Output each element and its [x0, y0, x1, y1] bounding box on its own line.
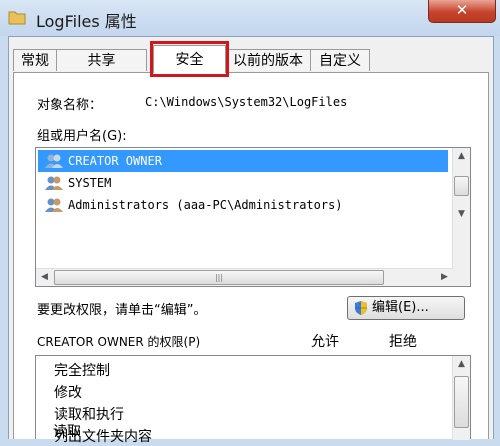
scroll-thumb[interactable] — [454, 376, 469, 428]
title-bar: LogFiles 属性 ✕ — [0, 0, 500, 36]
user-name: SYSTEM — [68, 176, 112, 190]
scroll-right-icon[interactable]: ▶ — [436, 269, 453, 286]
scroll-up-icon[interactable]: ▲ — [453, 148, 470, 165]
list-item[interactable]: SYSTEM — [38, 172, 448, 194]
user-name: Administrators (aaa-PC\Administrators) — [68, 198, 343, 212]
change-permissions-hint: 要更改权限，请单击“编辑”。 — [37, 303, 207, 318]
users-group-icon — [45, 176, 63, 190]
uac-shield-icon — [355, 301, 367, 315]
list-item[interactable]: Administrators (aaa-PC\Administrators) — [38, 194, 448, 216]
permission-full-control: 完全控制 — [54, 363, 110, 379]
user-name: CREATOR OWNER — [68, 154, 162, 168]
scroll-down-icon[interactable]: ▼ — [453, 206, 470, 223]
horizontal-scrollbar[interactable]: ◀ ||| ▶ — [36, 268, 453, 286]
scroll-thumb[interactable] — [454, 176, 469, 196]
users-listbox[interactable]: CREATOR OWNER SYSTEM Administrators (aaa… — [35, 147, 471, 287]
folder-icon — [8, 11, 26, 25]
edit-button-label: 编辑(E)... — [372, 300, 429, 315]
permissions-list: 完全控制 修改 读取和执行 列出文件夹内容 ▲ — [35, 355, 471, 445]
object-name-label: 对象名称： — [37, 98, 103, 113]
object-name-value: C:\Windows\System32\LogFiles — [145, 95, 348, 109]
scroll-up-icon[interactable]: ▲ — [453, 356, 470, 373]
permissions-scrollbar[interactable]: ▲ — [452, 356, 470, 440]
tab-sharing[interactable]: 共享 — [56, 49, 147, 71]
list-item[interactable]: CREATOR OWNER — [38, 150, 448, 172]
permission-modify: 修改 — [54, 385, 82, 401]
scroll-left-icon[interactable]: ◀ — [36, 269, 53, 286]
vertical-scrollbar[interactable]: ▲ ▼ — [452, 148, 470, 286]
deny-column-header: 拒绝 — [389, 334, 417, 350]
tab-previous-versions[interactable]: 以前的版本 — [225, 49, 311, 71]
permissions-header: CREATOR OWNER 的权限(P) — [37, 335, 201, 349]
close-button[interactable]: ✕ — [428, 0, 496, 23]
properties-dialog: 常规 共享 安全 以前的版本 自定义 对象名称： C:\Windows\Syst… — [8, 36, 494, 445]
tab-general[interactable]: 常规 — [13, 49, 57, 71]
allow-column-header: 允许 — [311, 334, 339, 350]
tab-highlight-box — [150, 41, 229, 77]
window-title: LogFiles 属性 — [36, 12, 137, 31]
edit-button[interactable]: 编辑(E)... — [347, 296, 465, 320]
scroll-thumb[interactable]: ||| — [54, 270, 384, 285]
groups-label: 组或用户名(G): — [37, 129, 127, 144]
tab-customize[interactable]: 自定义 — [310, 49, 370, 71]
users-group-icon — [45, 154, 63, 168]
users-group-icon — [45, 198, 63, 212]
permission-read: 读取 — [53, 424, 81, 440]
